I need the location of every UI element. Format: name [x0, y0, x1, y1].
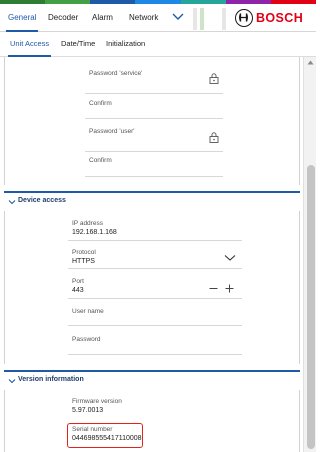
device-access-title: Device access	[18, 197, 66, 204]
ip-address-field[interactable]: IP address 192.168.1.168	[68, 217, 242, 241]
tab-decoder[interactable]: Decoder	[48, 4, 78, 32]
chevron-down-icon	[224, 255, 236, 261]
username-label: User name	[72, 308, 104, 315]
scrollbar-thumb[interactable]	[307, 165, 315, 449]
password-user-confirm-field[interactable]: Confirm	[85, 152, 223, 177]
device-access-header[interactable]: Device access	[4, 191, 300, 211]
password-user-field[interactable]: Password 'user'	[85, 123, 223, 152]
minus-icon[interactable]	[209, 284, 218, 293]
subtab-initialization[interactable]: Initialization	[106, 33, 145, 56]
password-service-confirm-label: Confirm	[89, 100, 112, 107]
top-navigation-bar: General Decoder Alarm Network BOSCH	[0, 4, 316, 32]
ip-address-value: 192.168.1.168	[72, 229, 117, 236]
tab-network[interactable]: Network	[129, 4, 158, 32]
device-password-field[interactable]: Password	[68, 331, 242, 355]
serial-number-highlight	[67, 423, 143, 448]
main-content: Password 'service' Confirm Password 'use…	[0, 57, 303, 452]
version-information-header[interactable]: Version information	[4, 370, 300, 390]
header-divider	[200, 8, 204, 30]
password-service-confirm-field[interactable]: Confirm	[85, 94, 223, 119]
subtab-unit-access[interactable]: Unit Access	[7, 33, 52, 57]
version-information-title: Version information	[18, 376, 84, 383]
firmware-version-field: Firmware version 5.97.0013	[68, 396, 218, 420]
password-service-field[interactable]: Password 'service'	[85, 65, 223, 94]
protocol-select[interactable]: Protocol HTTPS	[68, 245, 242, 269]
protocol-value: HTTPS	[72, 258, 95, 265]
chevron-down-icon	[8, 200, 16, 205]
bosch-logo: BOSCH	[256, 11, 304, 25]
scroll-up-arrow-icon[interactable]	[307, 60, 314, 65]
port-label: Port	[72, 278, 84, 285]
header-divider	[222, 8, 226, 30]
bosch-logo-icon	[235, 9, 253, 27]
lock-icon	[209, 71, 219, 84]
password-user-label: Password 'user'	[89, 128, 135, 135]
ip-address-label: IP address	[72, 220, 103, 227]
firmware-version-label: Firmware version	[72, 398, 122, 405]
username-field[interactable]: User name	[68, 303, 242, 326]
protocol-label: Protocol	[72, 249, 96, 256]
lock-icon	[209, 130, 219, 143]
tab-general[interactable]: General	[5, 4, 39, 32]
chevron-down-icon	[8, 379, 16, 384]
header-divider	[193, 8, 197, 30]
password-service-label: Password 'service'	[89, 70, 143, 77]
chevron-down-icon[interactable]	[170, 10, 186, 24]
subtab-bar: Unit Access Date/Time Initialization	[0, 33, 316, 57]
subtab-date-time[interactable]: Date/Time	[61, 33, 95, 56]
device-password-label: Password	[72, 336, 101, 343]
port-stepper[interactable]: Port 443	[68, 274, 242, 299]
vertical-scrollbar[interactable]	[303, 57, 316, 452]
tab-alarm[interactable]: Alarm	[92, 4, 113, 32]
port-value: 443	[72, 287, 84, 294]
firmware-version-value: 5.97.0013	[72, 407, 104, 414]
plus-icon[interactable]	[225, 284, 234, 293]
password-user-confirm-label: Confirm	[89, 157, 112, 164]
